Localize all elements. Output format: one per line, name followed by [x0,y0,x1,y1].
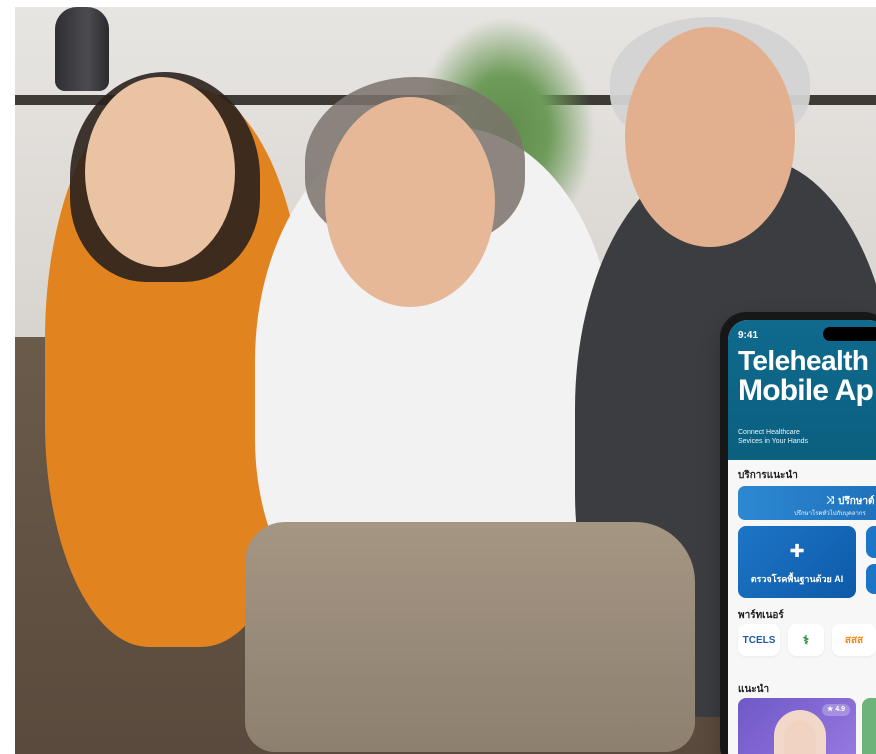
partners-row: TCELS ⚕ สสส [738,624,876,668]
consult-card-subtitle: ปรึกษาโรคทั่วไปกับบุคลากร [794,511,866,517]
medical-cross-icon: ✚ [789,541,805,561]
person-right-face [625,27,795,247]
partner-sss-logo[interactable]: สสส [832,624,876,656]
app-hero: 9:41 Telehealth Mobile Ap Connect Health… [728,320,876,460]
rating-badge: ★ 4.9 [822,704,850,716]
partner-tcels-text: TCELS [742,634,776,646]
app-subtitle-line2: Sevices in Your Hands [738,438,809,445]
recommended-card-2[interactable] [862,698,876,754]
app-subtitle-line1: Connect Healthcare [738,429,800,436]
ai-screening-tile[interactable]: ✚ ตรวจโรคพื้นฐานด้วย AI [738,526,856,598]
service-tile-right-top[interactable] [866,526,876,558]
consult-card[interactable]: ⤨ ปรึกษาต์ ปรึกษาโรคทั่วไปกับบุคลากร [738,486,876,520]
ai-screening-label: ตรวจโรคพื้นฐานด้วย AI [750,574,844,584]
section-recommended: แนะนำ [738,684,770,695]
background-vase [55,7,109,91]
recommended-card[interactable]: ★ 4.9 [738,698,856,754]
person-center-face [325,97,495,307]
partner-tcels-logo[interactable]: TCELS [738,624,780,656]
section-recommended-services: บริการแนะนำ [738,470,798,481]
phone-screen: 9:41 Telehealth Mobile Ap Connect Health… [728,320,876,754]
person-left-face [85,77,235,267]
marketing-banner: 9:41 Telehealth Mobile Ap Connect Health… [0,0,876,754]
consult-card-title: ปรึกษาต์ [838,496,875,507]
service-tile-right-bottom[interactable] [866,564,876,594]
phone-notch [823,327,876,341]
app-subtitle: Connect Healthcare Sevices in Your Hands [738,428,808,446]
status-time: 9:41 [738,330,759,341]
shuffle-icon: ⤨ [826,495,834,506]
phone-mockup: 9:41 Telehealth Mobile Ap Connect Health… [720,312,876,754]
app-title-line2: Mobile Ap [738,374,874,407]
app-title-line1: Telehealth [738,345,869,376]
pillow [245,522,695,752]
partner-medical-logo[interactable]: ⚕ [788,624,824,656]
section-partners: พาร์ทเนอร์ [738,610,784,621]
app-title: Telehealth Mobile Ap [738,345,874,407]
partner-sss-text: สสส [844,634,864,646]
partner-medical-icon: ⚕ [802,633,810,647]
doctor-avatar [774,710,826,754]
